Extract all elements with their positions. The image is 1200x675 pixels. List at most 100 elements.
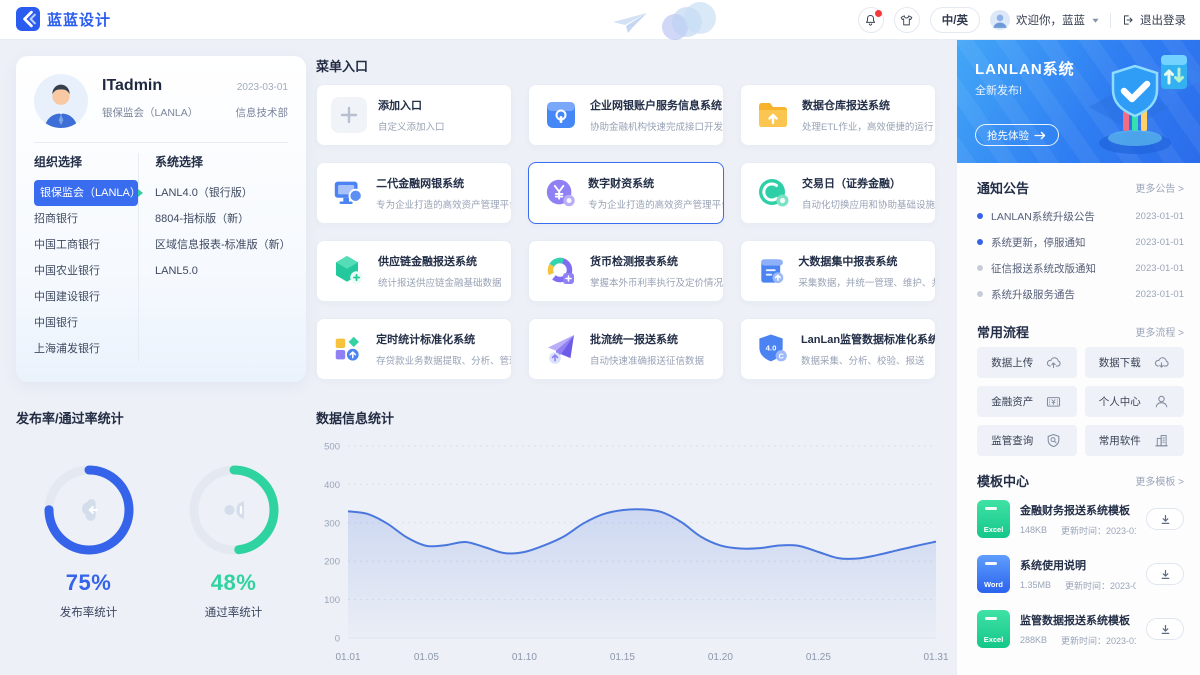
logout-button[interactable]: 退出登录	[1121, 12, 1186, 28]
menu-card-desc: 自动快速准确报送征信数据	[590, 356, 705, 367]
flow-icon	[1153, 393, 1170, 410]
template-item: Excel 金融财务报送系统模板 148KB 更新时间：2023-01-01	[977, 496, 1184, 542]
org-list: 银保监会（LANLA） 招商银行 中国工商银行 中国农业银行 中国建设银行 中国银行 上海浦…	[34, 180, 143, 362]
download-button[interactable]	[1146, 508, 1184, 530]
system-list-item[interactable]: 区域信息报表-标准版（新）	[155, 232, 291, 258]
notifications-button[interactable]	[857, 7, 884, 33]
user-menu[interactable]: 欢迎你，蓝蓝	[990, 10, 1100, 30]
menu-card[interactable]: 添加入口 自定义添加入口	[316, 84, 512, 146]
menu-card-icon	[755, 97, 791, 133]
template-list: Excel 金融财务报送系统模板 148KB 更新时间：2023-01-01	[977, 496, 1184, 652]
menu-card-icon	[543, 331, 579, 367]
user-avatar-large	[34, 74, 88, 128]
flow-button[interactable]: 数据上传	[977, 347, 1077, 378]
menu-card[interactable]: 二代金融网银系统 专为企业打造的高效资产管理平台	[316, 162, 512, 224]
svg-text:01.05: 01.05	[414, 652, 439, 663]
menu-card-title: 货币检测报表系统	[590, 256, 678, 268]
menu-card-icon	[331, 175, 365, 211]
banner-cta-label: 抢先体验	[987, 129, 1029, 142]
user-panel: ITadmin 2023-03-01 银保监会（LANLA） 信息技术部 组织选…	[16, 56, 306, 382]
menu-card[interactable]: 数据仓库报送系统 处理ETL作业，高效便捷的运行	[740, 84, 936, 146]
decorative-plane-icon	[612, 12, 648, 34]
sys-select-label: 系统选择	[155, 155, 204, 169]
notice-item[interactable]: 系统升级服务通告 2023-01-01	[977, 281, 1184, 307]
flow-button[interactable]: 监管查询	[977, 425, 1077, 456]
flow-icon	[1045, 432, 1062, 449]
menu-card-icon	[331, 253, 367, 289]
template-title: 监管数据报送系统模板	[1020, 614, 1130, 627]
menu-card-desc: 专为企业打造的高效资产管理平台	[376, 200, 511, 211]
banner-subtitle: 全新发布!	[975, 85, 1023, 97]
menu-card[interactable]: 交易日（证券金融） 自动化切换应用和协助基础设施	[740, 162, 936, 224]
flow-button[interactable]: 金融资产	[977, 386, 1077, 417]
menu-card-title: 交易日（证券金融）	[802, 178, 901, 190]
svg-text:500: 500	[324, 442, 340, 453]
notice-text: LANLAN系统升级公告	[991, 210, 1095, 223]
flow-button[interactable]: 常用软件	[1084, 425, 1184, 456]
promo-banner[interactable]: LANLAN系统 全新发布! 抢先体验	[957, 40, 1200, 163]
user-avatar-small	[990, 10, 1010, 30]
org-list-item[interactable]: 中国工商银行	[34, 232, 138, 258]
svg-text:300: 300	[324, 518, 340, 529]
menu-card-icon	[543, 175, 577, 211]
svg-text:01.01: 01.01	[335, 652, 360, 663]
org-list-item[interactable]: 招商银行	[34, 206, 138, 232]
svg-text:01.15: 01.15	[610, 652, 635, 663]
menu-card-icon	[543, 253, 579, 289]
language-toggle[interactable]: 中/英	[929, 7, 980, 33]
menu-card[interactable]: 批流统一报送系统 自动快速准确报送征信数据	[528, 318, 724, 380]
more-notices-link[interactable]: 更多公告 >	[1135, 180, 1184, 195]
notice-item[interactable]: 系统更新，停服通知 2023-01-01	[977, 229, 1184, 255]
menu-card-icon	[331, 97, 367, 133]
flow-button[interactable]: 数据下载	[1084, 347, 1184, 378]
menu-card-title: 供应链金融报送系统	[378, 256, 477, 268]
data-statistics-chart: 0 100 200 300 400 500 01.01 01.05 01.10 01.15 01.2…	[324, 442, 949, 664]
download-button[interactable]	[1146, 563, 1184, 585]
arrow-right-icon	[1034, 131, 1047, 140]
system-list-item[interactable]: 8804-指标版（新）	[155, 206, 291, 232]
flow-icon	[1045, 393, 1062, 410]
menu-card[interactable]: 货币检测报表系统 掌握本外币利率执行及定价情况	[528, 240, 724, 302]
banner-cta-button[interactable]: 抢先体验	[975, 124, 1059, 146]
theme-button[interactable]	[893, 7, 920, 33]
org-list-item[interactable]: 中国银行	[34, 310, 138, 336]
menu-card-desc: 专为企业打造的高效资产管理平台	[588, 200, 723, 211]
svg-text:01.20: 01.20	[708, 652, 733, 663]
more-templates-link[interactable]: 更多模板 >	[1135, 473, 1184, 488]
org-list-item[interactable]: 银保监会（LANLA）	[34, 180, 143, 206]
logout-label: 退出登录	[1140, 15, 1186, 27]
donut-value: 75%	[65, 570, 112, 595]
flow-label: 金融资产	[991, 396, 1034, 408]
flow-icon	[1153, 432, 1170, 449]
more-flows-link[interactable]: 更多流程 >	[1135, 324, 1184, 339]
menu-card[interactable]: 大数据集中报表系统 采集数据，并统一管理、维护、共享	[740, 240, 936, 302]
menu-card-title: 定时统计标准化系统	[376, 334, 476, 346]
notice-item[interactable]: 征信报送系统改版通知 2023-01-01	[977, 255, 1184, 281]
notice-date: 2023-01-01	[1135, 236, 1184, 248]
svg-text:01.25: 01.25	[806, 652, 831, 663]
menu-card[interactable]: 定时统计标准化系统 存贷款业务数据提取、分析、管理	[316, 318, 512, 380]
system-list-item[interactable]: LANL5.0	[155, 258, 291, 284]
download-icon	[1159, 623, 1172, 636]
notice-item[interactable]: LANLAN系统升级公告 2023-01-01	[977, 203, 1184, 229]
download-button[interactable]	[1146, 618, 1184, 640]
donut-label: 通过率统计	[204, 607, 263, 619]
org-list-item[interactable]: 中国农业银行	[34, 258, 138, 284]
donut-chart: 48% 通过率统计	[161, 462, 306, 620]
org-list-item[interactable]: 上海浦发银行	[34, 336, 138, 362]
menu-card-title: 数字财资系统	[588, 178, 655, 190]
menu-card[interactable]: 企业网银账户服务信息系统 协助金融机构快速完成接口开发	[528, 84, 724, 146]
org-list-item[interactable]: 中国建设银行	[34, 284, 138, 310]
menu-card[interactable]: LanLan监管数据标准化系统 数据采集、分析、校验、报送	[740, 318, 936, 380]
donut-center-icon	[74, 495, 104, 525]
menu-card[interactable]: 数字财资系统 专为企业打造的高效资产管理平台	[528, 162, 724, 224]
flow-icon	[1153, 354, 1170, 371]
menu-card-desc: 掌握本外币利率执行及定价情况	[590, 278, 723, 289]
user-dept: 信息技术部	[235, 107, 289, 119]
notice-dot	[977, 265, 983, 271]
flow-button[interactable]: 个人中心	[1084, 386, 1184, 417]
menu-card-title: 企业网银账户服务信息系统	[590, 100, 722, 112]
app-logo[interactable]: 蓝蓝设计	[16, 7, 111, 31]
menu-card[interactable]: 供应链金融报送系统 统计报送供应链金融基础数据	[316, 240, 512, 302]
system-list-item[interactable]: LANL4.0（银行版）	[155, 180, 291, 206]
